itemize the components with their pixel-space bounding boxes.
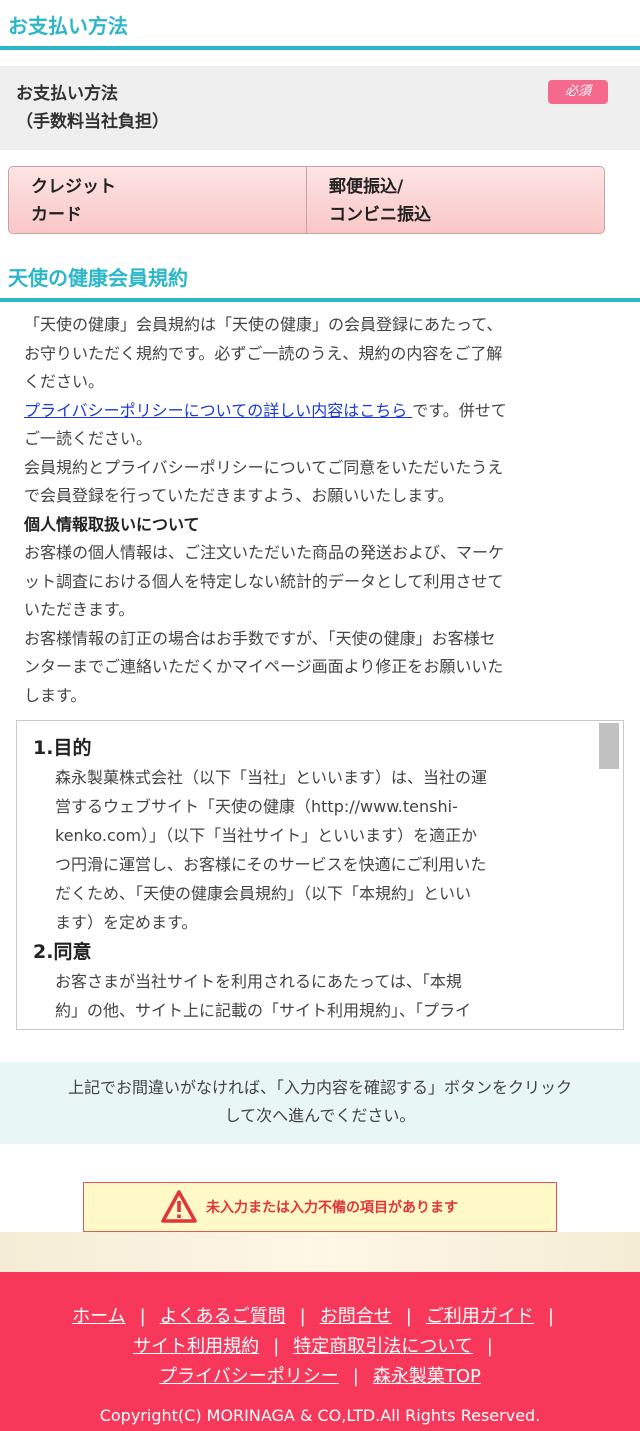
decorative-band (0, 1232, 640, 1272)
footer-separator: | (405, 1306, 412, 1327)
postal-convenience-button[interactable]: 郵便振込/ コンビニ振込 (306, 166, 605, 234)
personal-info-line: ンターまでご連絡いただくかマイページ画面より修正をお願いいた (24, 657, 504, 676)
intro-line: で会員登録を行っていただきますよう、お願いいたします。 (24, 486, 454, 505)
footer-link-commerce-law[interactable]: 特定商取引法について (293, 1336, 472, 1357)
postal-line1: 郵便振込/ (329, 177, 404, 197)
notice-line1: 上記でお間違いがなければ、「入力内容を確認する」ボタンをクリック (67, 1078, 572, 1097)
footer-nav-row: ホーム | よくあるご質問 | お問合せ | ご利用ガイド | (0, 1302, 640, 1328)
footer-link-contact[interactable]: お問合せ (320, 1306, 392, 1327)
required-badge: 必須 (548, 80, 608, 104)
footer-separator: | (547, 1306, 554, 1327)
notice-line2: して次へ進んでください。 (224, 1106, 416, 1125)
footer-link-morinaga-top[interactable]: 森永製菓TOP (373, 1366, 481, 1387)
terms-paragraph-line: お客さまが当社サイトを利用されるにあたっては、「本規 (55, 972, 462, 991)
personal-info-line: お客様情報の訂正の場合はお手数ですが、「天使の健康」お客様セ (24, 628, 496, 648)
terms-heading-purpose: 1.目的 (33, 737, 92, 759)
personal-info-line: お客様の個人情報は、ご注文いただいた商品の発送および、マーケ (24, 543, 505, 562)
personal-info-heading: 個人情報取扱いについて (24, 514, 200, 534)
credit-card-button[interactable]: クレジット カード (8, 166, 307, 234)
scrollbar-thumb[interactable] (599, 723, 619, 769)
footer-link-home[interactable]: ホーム (72, 1306, 125, 1327)
payment-section-header: お支払い方法 (0, 0, 640, 50)
footer-separator: | (352, 1366, 359, 1387)
warning-triangle-icon (161, 1190, 197, 1223)
personal-info-line: します。 (24, 685, 87, 705)
copyright: Copyright(C) MORINAGA & CO,LTD.All Right… (99, 1406, 541, 1425)
terms-paragraph-line: ます）を定めます。 (55, 913, 198, 932)
terms-paragraph-line: つ円滑に運営し、お客様にそのサービスを快適にご利用いた (55, 855, 487, 874)
footer-nav-row: プライバシーポリシー | 森永製菓TOP (0, 1362, 640, 1388)
intro-line: 会員規約とプライバシーポリシーについてご同意をいただいたうえ (24, 457, 504, 477)
confirm-notice: 上記でお間違いがなければ、「入力内容を確認する」ボタンをクリック して次へ進んで… (0, 1062, 640, 1144)
terms-section-title: 天使の健康会員規約 (8, 266, 188, 290)
footer-link-privacy[interactable]: プライバシーポリシー (159, 1366, 339, 1387)
payment-method-row: お支払い方法 （手数料当社負担） (0, 66, 640, 150)
credit-card-line2: カード (31, 205, 82, 225)
footer-separator: | (299, 1306, 306, 1327)
footer-link-site-terms[interactable]: サイト利用規約 (133, 1336, 259, 1357)
terms-paragraph-line: kenko.com）」（以下「当社サイト」といいます）を適正か (55, 826, 478, 845)
credit-card-line1: クレジット (31, 177, 116, 197)
personal-info-line: ット調査における個人を特定しない統計的データとして利用させて (24, 571, 504, 591)
footer-separator: | (273, 1336, 280, 1357)
terms-content: 1.目的 森永製菓株式会社（以下「当社」といいます）は、当社の運 営するウェブサ… (33, 733, 593, 1025)
privacy-policy-link[interactable]: プライバシーポリシーについての詳しい内容はこちら (24, 401, 412, 420)
footer-separator: | (139, 1306, 146, 1327)
scrollbar[interactable] (599, 723, 619, 1027)
privacy-after-text: です。併せて (412, 400, 507, 420)
terms-paragraph-line: だくため、「天使の健康会員規約」（以下「本規約」といい (55, 884, 472, 903)
terms-section-header: 天使の健康会員規約 (0, 252, 640, 302)
terms-heading-consent: 2.同意 (33, 941, 92, 963)
terms-paragraph-line: 約」の他、サイト上に記載の「サイト利用規約」、「プライ (55, 1001, 472, 1020)
terms-intro: 「天使の健康」会員規約は「天使の健康」の会員登録にあたって、 お守りいただく規約… (24, 311, 612, 710)
postal-line2: コンビニ振込 (329, 205, 431, 225)
payment-label-line2: （手数料当社負担） (16, 112, 169, 132)
payment-section-title: お支払い方法 (8, 14, 128, 38)
footer-link-faq[interactable]: よくあるご質問 (160, 1306, 286, 1327)
payment-options: クレジット カード 郵便振込/ コンビニ振込 (8, 166, 606, 234)
error-text: 未入力または入力不備の項目があります (206, 1200, 458, 1216)
error-message-box: 未入力または入力不備の項目があります (83, 1182, 557, 1232)
intro-line: ください。 (24, 372, 105, 391)
intro-line: 「天使の健康」会員規約は「天使の健康」の会員登録にあたって、 (24, 315, 503, 334)
terms-paragraph-line: 営するウェブサイト「天使の健康（http://www.tenshi- (55, 797, 458, 816)
footer: ホーム | よくあるご質問 | お問合せ | ご利用ガイド | サイト利用規約 | 特定商取引法に… (0, 1272, 640, 1431)
personal-info-line: いただきます。 (24, 600, 135, 619)
intro-line: お守りいただく規約です。必ずご一読のうえ、規約の内容をご了解 (24, 343, 503, 363)
terms-scroll-box[interactable]: 1.目的 森永製菓株式会社（以下「当社」といいます）は、当社の運 営するウェブサ… (16, 720, 624, 1030)
footer-nav-row: サイト利用規約 | 特定商取引法について | (0, 1332, 640, 1358)
intro-line: ご一読ください。 (24, 429, 153, 448)
footer-separator: | (486, 1336, 493, 1357)
privacy-line: プライバシーポリシーについての詳しい内容はこちら です。併せて (24, 397, 612, 426)
payment-label-line1: お支払い方法 (16, 84, 118, 104)
payment-method-label: お支払い方法 （手数料当社負担） (16, 80, 169, 136)
footer-link-guide[interactable]: ご利用ガイド (426, 1306, 534, 1327)
terms-paragraph-line: 森永製菓株式会社（以下「当社」といいます）は、当社の運 (55, 768, 488, 787)
